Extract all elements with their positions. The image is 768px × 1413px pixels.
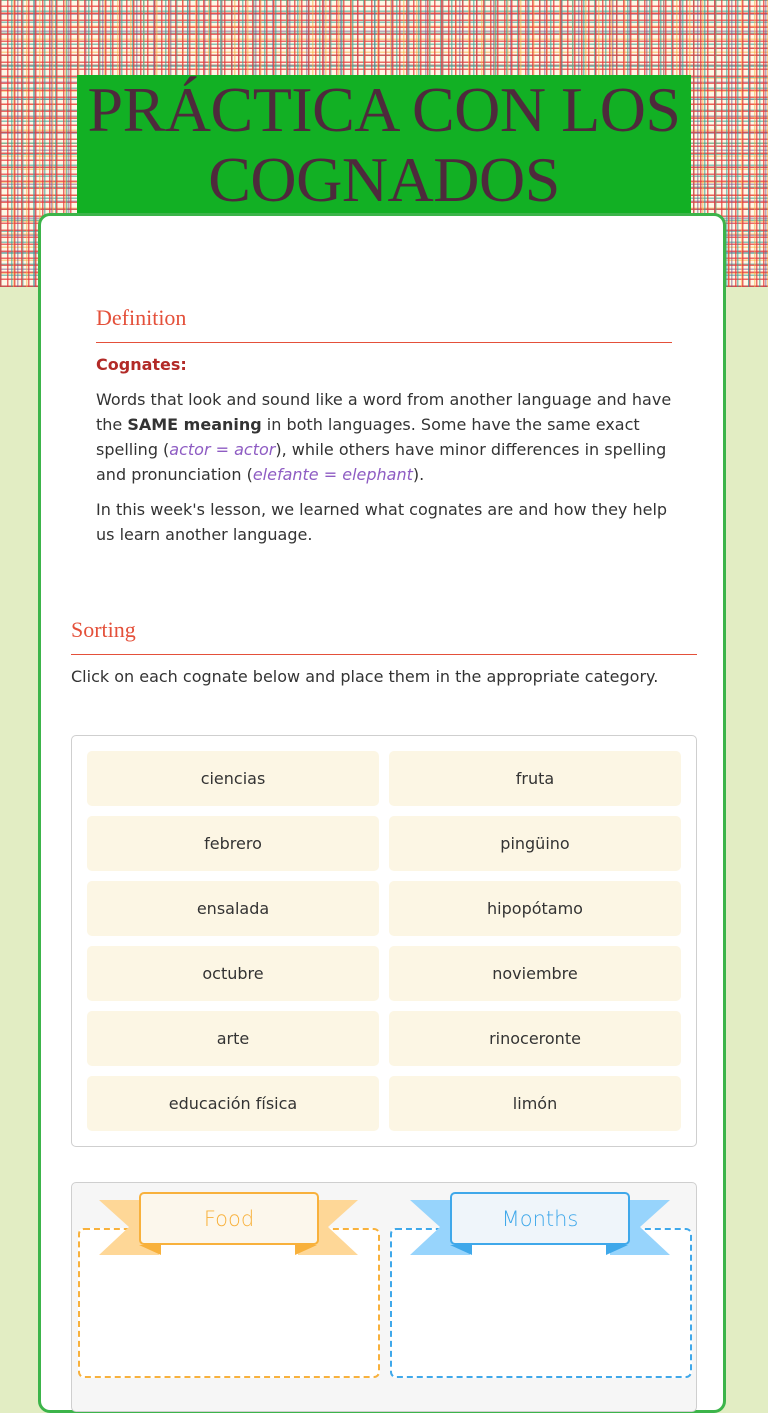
text: ). xyxy=(412,465,425,484)
cognate-chip[interactable]: noviembre xyxy=(389,946,681,1001)
ribbon-fold-icon xyxy=(606,1245,628,1255)
example-english-elephant: elephant xyxy=(342,465,413,484)
category-label-months: Months xyxy=(450,1192,630,1245)
cognate-chip[interactable]: octubre xyxy=(87,946,379,1001)
equals: = xyxy=(318,465,343,484)
example-spanish-elefante: elefante xyxy=(252,465,319,484)
example-spanish-actor: actor xyxy=(169,440,211,459)
cognate-chip[interactable]: arte xyxy=(87,1011,379,1066)
title-line-1: PRÁCTICA CON LOS xyxy=(87,74,682,145)
category-label-food: Food xyxy=(139,1192,319,1245)
cognate-chip[interactable]: ciencias xyxy=(87,751,379,806)
cognate-chip[interactable]: hipopótamo xyxy=(389,881,681,936)
cognate-chip[interactable]: rinoceronte xyxy=(389,1011,681,1066)
sorting-instructions: Click on each cognate below and place th… xyxy=(71,667,659,686)
ribbon-fold-icon xyxy=(139,1245,161,1255)
ribbon-fold-icon xyxy=(295,1245,317,1255)
cognate-chip[interactable]: limón xyxy=(389,1076,681,1131)
sorting-heading: Sorting xyxy=(71,617,136,642)
cognate-bank: ciencias fruta febrero pingüino ensalada… xyxy=(71,735,697,1147)
cognate-chip[interactable]: fruta xyxy=(389,751,681,806)
definition-divider xyxy=(96,342,672,343)
cognates-term: Cognates: xyxy=(96,355,187,374)
title-line-2: COGNADOS xyxy=(208,144,560,215)
cognate-chip[interactable]: febrero xyxy=(87,816,379,871)
emphasis-same-meaning: SAME meaning xyxy=(127,415,262,434)
sorting-divider xyxy=(71,654,697,655)
category-drop-area: Food Months xyxy=(71,1182,697,1412)
equals: = xyxy=(210,440,235,459)
definition-paragraph: Words that look and sound like a word fr… xyxy=(96,387,676,487)
cognate-chip[interactable]: pingüino xyxy=(389,816,681,871)
example-english-actor: actor xyxy=(234,440,276,459)
lesson-paragraph: In this week's lesson, we learned what c… xyxy=(96,500,668,544)
page-title: PRÁCTICA CON LOS COGNADOS xyxy=(77,75,691,215)
ribbon-fold-icon xyxy=(450,1245,472,1255)
definition-heading: Definition xyxy=(96,305,187,330)
cognate-chip[interactable]: educación física xyxy=(87,1076,379,1131)
cognate-chip[interactable]: ensalada xyxy=(87,881,379,936)
page-title-banner: PRÁCTICA CON LOS COGNADOS xyxy=(77,75,691,225)
